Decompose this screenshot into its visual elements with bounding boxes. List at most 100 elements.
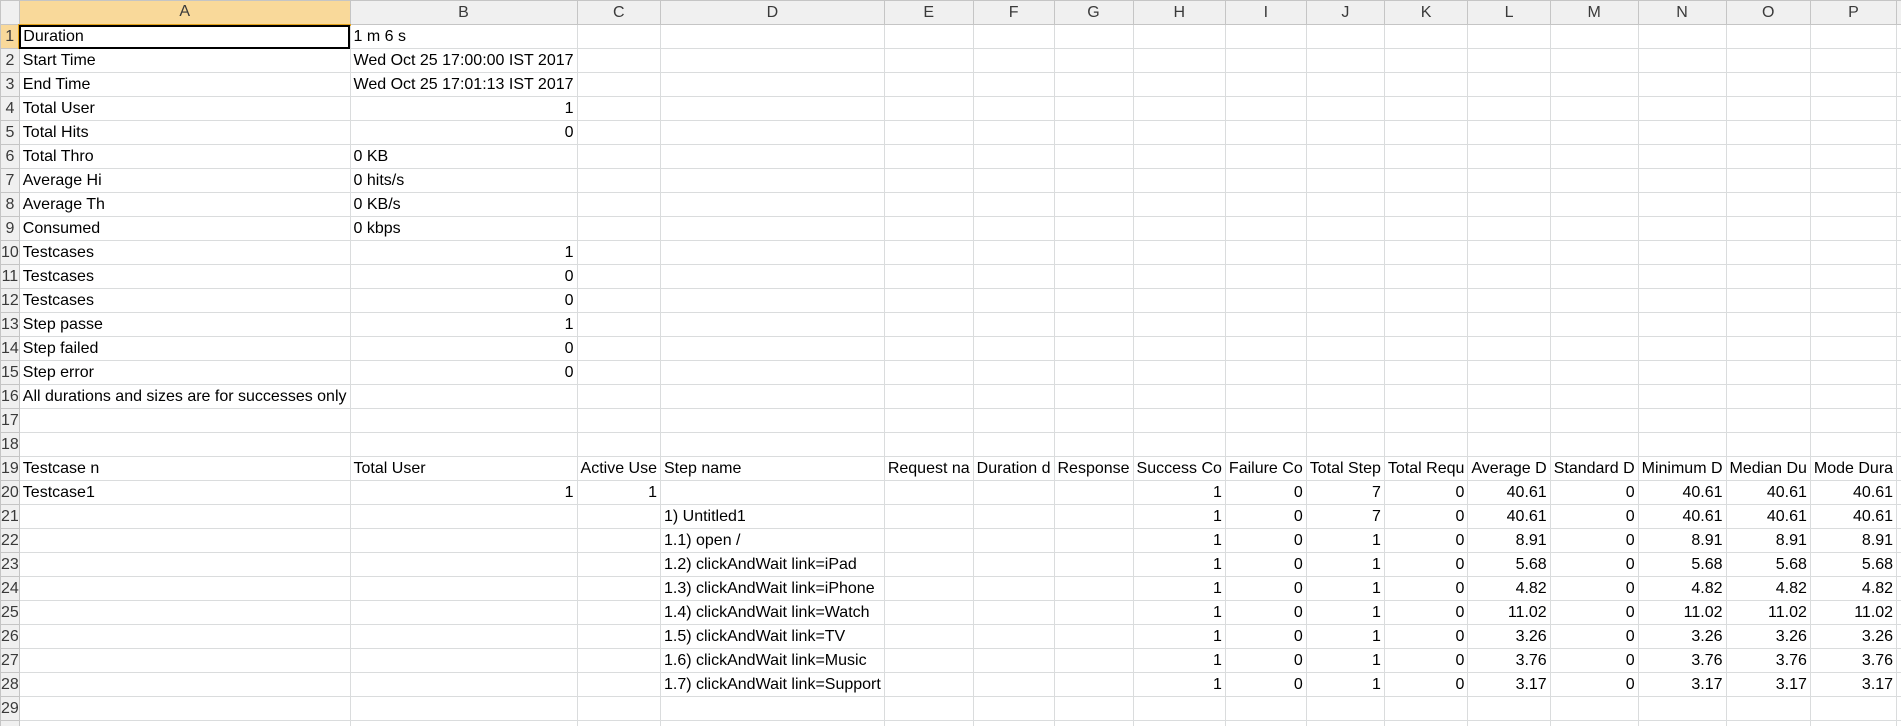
cell-n21[interactable]: 40.61 — [1637, 504, 1727, 529]
cell-o6[interactable] — [1725, 144, 1811, 169]
cell-a9[interactable]: Consumed — [18, 216, 351, 241]
cell-i14[interactable] — [1224, 336, 1307, 361]
cell-a14[interactable]: Step failed — [18, 336, 351, 361]
cell-p25[interactable]: 11.02 — [1809, 600, 1898, 625]
cell-i17[interactable] — [1224, 408, 1307, 433]
cell-d21[interactable]: 1) Untitled1 — [659, 504, 885, 529]
cell-h9[interactable] — [1132, 216, 1226, 241]
cell-b22[interactable] — [349, 528, 578, 553]
cell-b14[interactable]: 0 — [349, 336, 578, 361]
row-header-6[interactable]: 6 — [0, 144, 20, 169]
cell-c5[interactable] — [576, 120, 661, 145]
row-header-18[interactable]: 18 — [0, 432, 20, 457]
cell-k20[interactable]: 0 — [1383, 480, 1469, 505]
cell-f9[interactable] — [972, 216, 1055, 241]
cell-m24[interactable]: 0 — [1549, 576, 1639, 601]
cell-j16[interactable] — [1305, 384, 1385, 409]
cell-p22[interactable]: 8.91 — [1809, 528, 1898, 553]
cell-p29[interactable] — [1809, 696, 1898, 721]
cell-j21[interactable]: 7 — [1305, 504, 1385, 529]
row-header-3[interactable]: 3 — [0, 72, 20, 97]
column-header-p[interactable]: P — [1809, 0, 1898, 25]
row-header-10[interactable]: 10 — [0, 240, 20, 265]
cell-o26[interactable]: 3.26 — [1725, 624, 1811, 649]
cell-h14[interactable] — [1132, 336, 1226, 361]
cell-a27[interactable] — [18, 648, 351, 673]
cell-i4[interactable] — [1224, 96, 1307, 121]
column-header-h[interactable]: H — [1132, 0, 1226, 25]
cell-d2[interactable] — [659, 48, 885, 73]
cell-m4[interactable] — [1549, 96, 1639, 121]
cell-h28[interactable]: 1 — [1132, 672, 1226, 697]
cell-e30[interactable] — [883, 720, 974, 726]
cell-e20[interactable] — [883, 480, 974, 505]
cell-b21[interactable] — [349, 504, 578, 529]
row-header-1[interactable]: 1 — [0, 24, 21, 49]
cell-c26[interactable] — [576, 624, 661, 649]
cell-e22[interactable] — [883, 528, 974, 553]
cell-o20[interactable]: 40.61 — [1725, 480, 1811, 505]
cell-k11[interactable] — [1383, 264, 1469, 289]
cell-f19[interactable]: Duration d — [972, 456, 1055, 481]
cell-q2[interactable] — [1896, 48, 1901, 73]
cell-o28[interactable]: 3.17 — [1725, 672, 1811, 697]
cell-p26[interactable]: 3.26 — [1809, 624, 1898, 649]
cell-j27[interactable]: 1 — [1305, 648, 1385, 673]
cell-e21[interactable] — [883, 504, 974, 529]
cell-p18[interactable] — [1809, 432, 1898, 457]
row-header-24[interactable]: 24 — [0, 576, 20, 601]
cell-a18[interactable] — [18, 432, 351, 457]
cell-n29[interactable] — [1637, 696, 1727, 721]
cell-n17[interactable] — [1637, 408, 1727, 433]
cell-q21[interactable]: 40.61 — [1896, 504, 1901, 529]
cell-b7[interactable]: 0 hits/s — [349, 168, 578, 193]
cell-i23[interactable]: 0 — [1224, 552, 1307, 577]
cell-g21[interactable] — [1053, 504, 1134, 529]
cell-b27[interactable] — [349, 648, 578, 673]
row-header-17[interactable]: 17 — [0, 408, 20, 433]
cell-m25[interactable]: 0 — [1549, 600, 1639, 625]
cell-f11[interactable] — [972, 264, 1055, 289]
cell-g5[interactable] — [1053, 120, 1134, 145]
cell-j14[interactable] — [1305, 336, 1385, 361]
cell-e4[interactable] — [883, 96, 974, 121]
cell-f5[interactable] — [972, 120, 1055, 145]
cell-d18[interactable] — [659, 432, 885, 457]
cell-i13[interactable] — [1224, 312, 1307, 337]
cell-g7[interactable] — [1053, 168, 1134, 193]
column-header-e[interactable]: E — [883, 0, 974, 25]
cell-i15[interactable] — [1224, 360, 1307, 385]
cell-q18[interactable] — [1896, 432, 1901, 457]
cell-k28[interactable]: 0 — [1383, 672, 1469, 697]
cell-m11[interactable] — [1549, 264, 1639, 289]
row-header-20[interactable]: 20 — [0, 480, 20, 505]
cell-j23[interactable]: 1 — [1305, 552, 1385, 577]
cell-e13[interactable] — [883, 312, 974, 337]
cell-c20[interactable]: 1 — [576, 480, 661, 505]
cell-l12[interactable] — [1467, 288, 1551, 313]
cell-g16[interactable] — [1053, 384, 1134, 409]
cell-d30[interactable] — [659, 720, 885, 726]
cell-i16[interactable] — [1224, 384, 1307, 409]
cell-j6[interactable] — [1305, 144, 1385, 169]
cell-l29[interactable] — [1467, 696, 1551, 721]
cell-h11[interactable] — [1132, 264, 1226, 289]
cell-a8[interactable]: Average Th — [18, 192, 351, 217]
row-header-11[interactable]: 11 — [0, 264, 20, 289]
cell-g3[interactable] — [1053, 72, 1134, 97]
cell-q13[interactable] — [1896, 312, 1901, 337]
cell-e19[interactable]: Request na — [883, 456, 974, 481]
cell-p12[interactable] — [1809, 288, 1898, 313]
cell-p24[interactable]: 4.82 — [1809, 576, 1898, 601]
cell-l26[interactable]: 3.26 — [1467, 624, 1551, 649]
cell-h1[interactable] — [1132, 24, 1226, 49]
cell-o7[interactable] — [1725, 168, 1811, 193]
cell-g17[interactable] — [1053, 408, 1134, 433]
cell-h24[interactable]: 1 — [1132, 576, 1226, 601]
cell-p10[interactable] — [1809, 240, 1898, 265]
cell-e10[interactable] — [883, 240, 974, 265]
cell-d5[interactable] — [659, 120, 885, 145]
cell-m17[interactable] — [1549, 408, 1639, 433]
cell-k15[interactable] — [1383, 360, 1469, 385]
column-header-q[interactable]: Q — [1896, 0, 1901, 25]
